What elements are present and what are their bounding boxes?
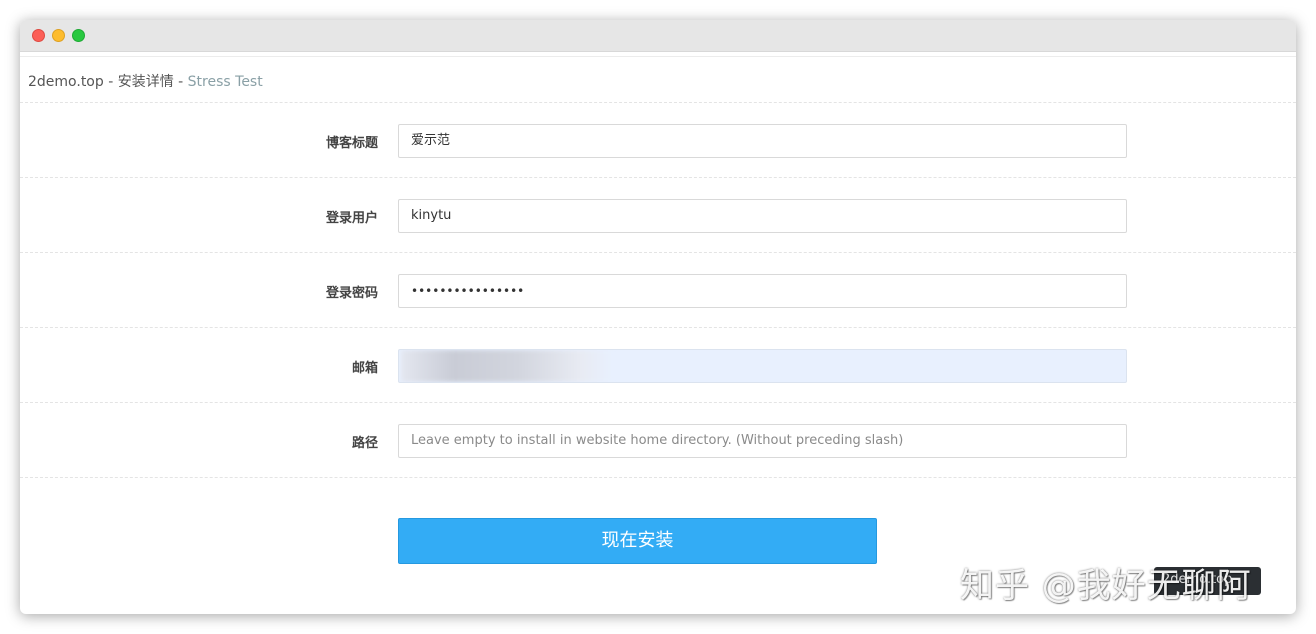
login-password-label: 登录密码: [325, 286, 378, 301]
path-input[interactable]: Leave empty to install in website home d…: [398, 424, 1127, 458]
title-bar: [20, 20, 1296, 52]
redacted-email-blur: [401, 350, 613, 382]
form-row-email: 邮箱: [20, 328, 1296, 403]
close-window-button[interactable]: [32, 29, 45, 42]
form-row-login-password: 登录密码 ••••••••••••••••: [20, 253, 1296, 328]
breadcrumb-separator: -: [173, 74, 188, 90]
breadcrumb-current: Stress Test: [187, 74, 263, 90]
login-user-input[interactable]: kinytu: [398, 199, 1127, 233]
email-label: 邮箱: [351, 361, 378, 376]
breadcrumb-page: 安装详情: [117, 74, 174, 90]
browser-window: 2demo.top - 安装详情 - Stress Test 博客标题 爱示范 …: [20, 20, 1296, 614]
maximize-window-button[interactable]: [72, 29, 85, 42]
install-page: 2demo.top - 安装详情 - Stress Test 博客标题 爱示范 …: [20, 56, 1296, 614]
blog-title-label: 博客标题: [325, 136, 378, 151]
zhihu-watermark: 知乎 @我好无聊阿: [960, 566, 1252, 606]
form-row-blog-title: 博客标题 爱示范: [20, 103, 1296, 178]
form-row-path: 路径 Leave empty to install in website hom…: [20, 403, 1296, 478]
minimize-window-button[interactable]: [52, 29, 65, 42]
breadcrumb: 2demo.top - 安装详情 - Stress Test: [20, 57, 1296, 103]
install-now-button[interactable]: 现在安装: [398, 518, 877, 564]
login-user-label: 登录用户: [325, 211, 378, 226]
login-password-input[interactable]: ••••••••••••••••: [398, 274, 1127, 308]
path-label: 路径: [351, 436, 378, 451]
email-input[interactable]: [398, 349, 1127, 383]
blog-title-input[interactable]: 爱示范: [398, 124, 1127, 158]
breadcrumb-site: 2demo.top: [28, 74, 104, 90]
breadcrumb-separator: -: [103, 74, 118, 90]
form-row-login-user: 登录用户 kinytu: [20, 178, 1296, 253]
